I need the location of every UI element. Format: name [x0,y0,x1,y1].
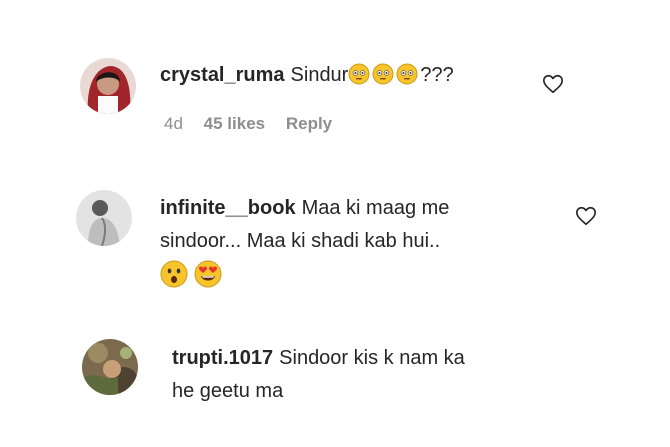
comment-username[interactable]: trupti.1017 [172,347,273,369]
like-heart-icon[interactable] [542,73,564,95]
comments-list: crystal_ruma Sindur??? 4d 45 likes Reply … [0,0,670,447]
avatar[interactable] [82,339,138,395]
comment-username[interactable]: infinite__book [160,197,296,219]
comment-text: Sindur [290,64,349,86]
comment-body: crystal_ruma Sindur??? [160,59,454,92]
comment-body: infinite__book Maa ki maag me sindoor... … [160,192,449,299]
flushed-face-icon [372,63,394,85]
comment-meta: 4d 45 likes Reply [164,114,348,134]
comment-time[interactable]: 4d [164,114,183,133]
flushed-face-icon [348,63,370,85]
reply-button[interactable]: Reply [286,114,332,133]
like-heart-icon[interactable] [575,205,597,227]
comment-text-line2: he geetu ma [172,380,284,402]
avatar[interactable] [76,190,132,246]
heart-eyes-face-icon [194,260,222,288]
comment-text-line2: sindoor... Maa ki shadi kab hui.. [160,230,441,252]
profile-photo-icon [80,58,136,114]
comment-likes[interactable]: 45 likes [204,114,265,133]
comment-body: trupti.1017 Sindoor kis k nam ka he geetu… [172,342,465,408]
profile-photo-icon [76,190,132,246]
comment-username[interactable]: crystal_ruma [160,64,285,86]
avatar[interactable] [80,58,136,114]
comment-text-suffix: ??? [420,64,454,86]
profile-photo-icon [82,339,138,395]
comment-text-line1: Sindoor kis k nam ka [279,347,465,369]
astonished-face-icon [160,260,188,288]
flushed-face-icon [396,63,418,85]
comment-text-line1: Maa ki maag me [301,197,450,219]
